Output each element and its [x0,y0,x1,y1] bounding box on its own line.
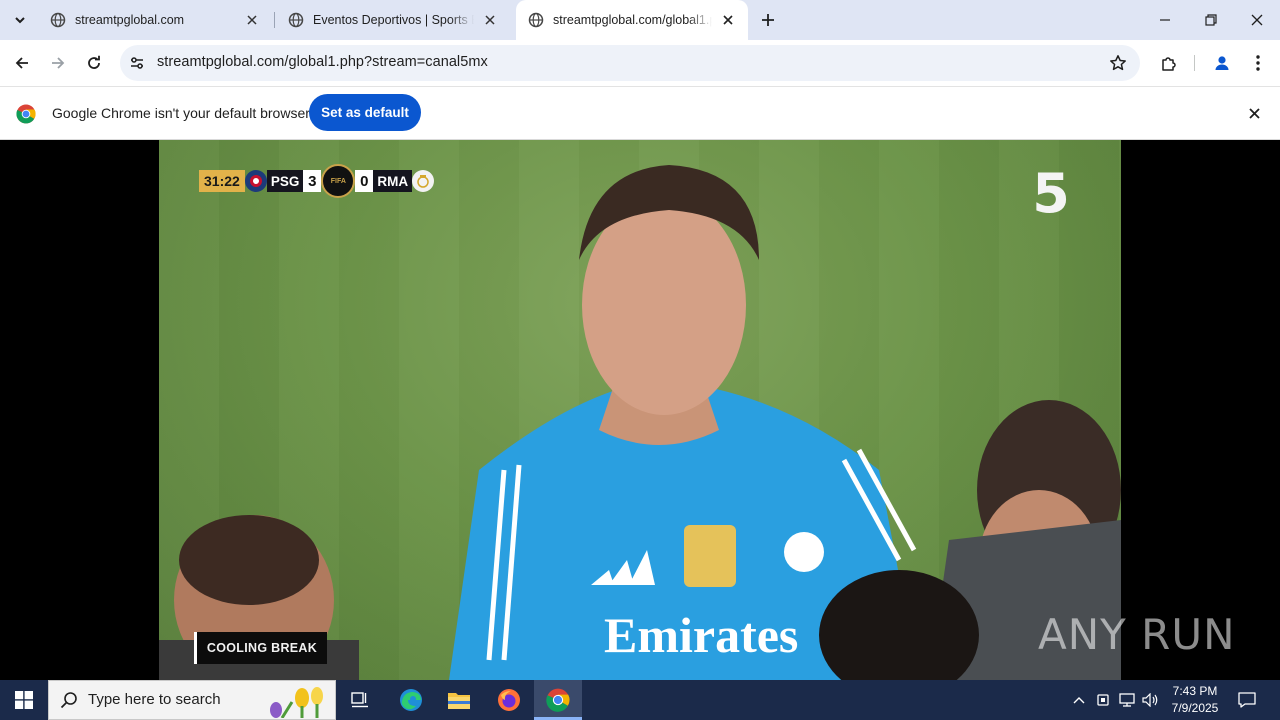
chrome-icon [546,688,570,712]
away-team: RMA [373,170,413,192]
extensions-button[interactable] [1155,49,1183,77]
tab-streamtpglobal-global1[interactable]: streamtpglobal.com/global1.php [516,0,748,40]
network-button[interactable] [1116,688,1138,712]
show-hidden-icons-button[interactable] [1068,688,1090,712]
chrome-taskbar-button[interactable] [534,680,582,720]
volume-button[interactable] [1140,688,1162,712]
chevron-down-icon [15,17,25,24]
channel-logo: 5 [1032,162,1070,225]
windows-logo-icon [15,691,33,709]
back-button[interactable] [8,49,36,77]
video-player[interactable]: Emirates [159,140,1121,680]
close-window-button[interactable] [1234,0,1280,40]
bookmark-button[interactable] [1104,49,1132,77]
taskbar-clock[interactable]: 7:43 PM 7/9/2025 [1168,683,1222,717]
toolbar-divider [1194,55,1195,71]
arrow-left-icon [15,57,28,69]
more-vertical-icon [1256,55,1260,71]
tab-search-button[interactable] [6,7,34,33]
profile-button[interactable] [1208,49,1236,77]
close-icon [1248,107,1260,119]
anyrun-watermark: ANY RUN [1038,610,1236,659]
competition-badge: FIFA [321,164,356,198]
globe-icon [288,12,304,28]
folder-icon [448,693,470,709]
notifications-button[interactable] [1236,688,1258,712]
svg-text:Emirates: Emirates [604,607,798,663]
clock-date: 7/9/2025 [1171,701,1219,715]
search-icon [60,692,77,709]
task-view-icon [351,692,368,708]
edge-taskbar-button[interactable] [387,680,435,720]
edge-icon [400,689,422,711]
chevron-up-icon [1073,697,1085,704]
minimize-button[interactable] [1142,0,1188,40]
forward-button[interactable] [44,49,72,77]
tulip-icon [270,687,323,718]
home-team: PSG [266,170,304,192]
firefox-taskbar-button[interactable] [485,680,533,720]
set-as-default-button[interactable]: Set as default [309,94,421,131]
device-icon [1097,694,1109,706]
clock-time: 7:43 PM [1172,684,1218,698]
start-button[interactable] [0,680,48,720]
site-info-button[interactable] [123,49,151,77]
file-explorer-taskbar-button[interactable] [435,680,483,720]
tab-title: streamtpglobal.com/global1.php [553,13,712,27]
close-icon[interactable] [720,12,736,28]
close-icon[interactable] [244,12,260,28]
notification-icon [1238,692,1256,708]
home-crest-icon [244,170,267,192]
close-icon [1251,14,1263,26]
chrome-menu-button[interactable] [1244,49,1272,77]
volume-icon [1142,693,1158,707]
tab-title: Eventos Deportivos | Sports Events [313,13,474,27]
tray-device-button[interactable] [1092,688,1114,712]
firefox-icon [498,689,520,711]
infobar-close-button[interactable] [1240,99,1268,127]
globe-icon [528,12,544,28]
new-tab-button[interactable] [756,8,780,32]
tab-title: streamtpglobal.com [75,13,185,27]
minimize-icon [1160,19,1170,21]
globe-icon [50,12,66,28]
person-icon [1215,56,1229,70]
plus-icon [762,14,774,26]
tab-streamtpglobal[interactable]: streamtpglobal.com [38,0,272,40]
match-clock: 31:22 [199,170,245,192]
tab-divider [274,12,275,28]
tune-icon [131,57,143,69]
away-crest-icon [412,170,435,192]
puzzle-icon [1162,57,1176,71]
chrome-logo-icon [16,104,36,124]
close-icon[interactable] [482,12,498,28]
video-frame: Emirates [159,165,1121,680]
restore-button[interactable] [1188,0,1234,40]
restore-icon [1205,14,1217,26]
url-text[interactable]: streamtpglobal.com/global1.php?stream=ca… [157,54,488,70]
reload-button[interactable] [80,49,108,77]
away-score: 0 [355,170,374,192]
cooling-break-caption: COOLING BREAK [194,632,327,664]
search-placeholder[interactable]: Type here to search [88,691,221,708]
network-icon [1119,693,1135,707]
home-score: 3 [303,170,322,192]
arrow-right-icon [52,57,65,69]
task-view-button[interactable] [336,680,384,720]
infobar-message: Google Chrome isn't your default browser [52,105,310,121]
tab-eventos-deportivos[interactable]: Eventos Deportivos | Sports Events [276,0,510,40]
scorebug: 31:22 PSG 3 FIFA 0 RMA [199,164,435,198]
star-icon [1110,55,1126,71]
reload-icon [88,55,100,69]
